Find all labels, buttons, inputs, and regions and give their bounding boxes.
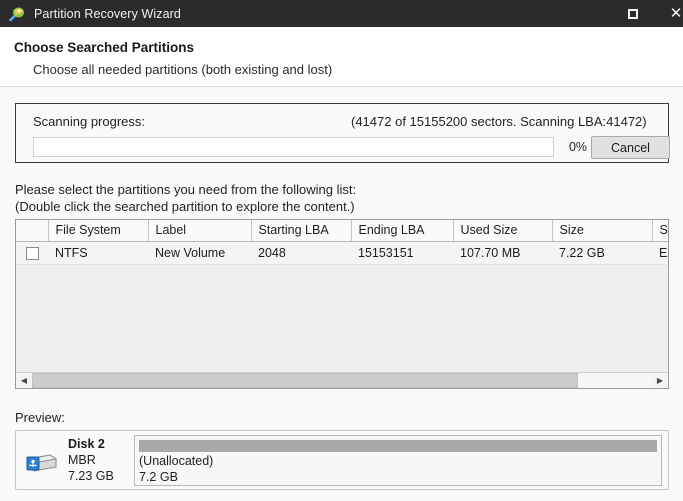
maximize-icon[interactable]: [620, 0, 646, 27]
close-icon[interactable]: ✕: [657, 0, 683, 27]
scrollbar-trough[interactable]: [32, 373, 652, 388]
column-header-status[interactable]: Status: [652, 220, 669, 241]
partition-size: 7.2 GB: [139, 469, 178, 486]
page-title: Choose Searched Partitions: [14, 40, 194, 55]
wizard-body: Scanning progress: (41472 of 15155200 se…: [0, 87, 683, 501]
column-header-file-system[interactable]: File System: [48, 220, 148, 241]
disk-preview-panel: Disk 2 MBR 7.23 GB (Unallocated) 7.2 GB: [15, 430, 669, 490]
usb-disk-icon: [24, 447, 58, 475]
disk-info: Disk 2 MBR 7.23 GB: [68, 436, 133, 484]
scan-progress-percent: 0%: [562, 140, 594, 154]
table-horizontal-scrollbar[interactable]: ◀ ▶: [16, 372, 668, 388]
instruction-line-2: (Double click the searched partition to …: [15, 199, 355, 214]
row-select-checkbox-cell[interactable]: [16, 241, 48, 264]
cell-starting-lba: 2048: [251, 241, 351, 264]
chevron-left-icon[interactable]: ◀: [16, 373, 32, 388]
window-controls: ✕: [620, 0, 683, 27]
page-subtitle: Choose all needed partitions (both exist…: [33, 62, 332, 77]
chevron-right-icon[interactable]: ▶: [652, 373, 668, 388]
window-title: Partition Recovery Wizard: [34, 7, 181, 21]
column-header-label[interactable]: Label: [148, 220, 251, 241]
partition-name: (Unallocated): [139, 453, 213, 470]
table-row[interactable]: NTFS New Volume 2048 15153151 107.70 MB …: [16, 241, 669, 264]
page-header: Choose Searched Partitions Choose all ne…: [0, 27, 683, 86]
scrollbar-thumb[interactable]: [32, 373, 578, 388]
table-empty-area: [16, 265, 669, 372]
table-header-row: File System Label Starting LBA Ending LB…: [16, 220, 669, 241]
partition-usage-bar: [139, 440, 657, 452]
scan-progress-bar: [33, 137, 554, 157]
column-header-used-size[interactable]: Used Size: [453, 220, 552, 241]
window-titlebar: Partition Recovery Wizard ✕: [0, 0, 683, 27]
column-header-size[interactable]: Size: [552, 220, 652, 241]
preview-label: Preview:: [15, 410, 65, 425]
disk-capacity: 7.23 GB: [68, 468, 133, 484]
cell-label: New Volume: [148, 241, 251, 264]
cell-status: Existing: [652, 241, 669, 264]
scanning-progress-panel: Scanning progress: (41472 of 15155200 se…: [15, 103, 669, 163]
wizard-wand-icon: [7, 5, 25, 23]
column-header-ending-lba[interactable]: Ending LBA: [351, 220, 453, 241]
partition-map[interactable]: (Unallocated) 7.2 GB: [134, 435, 662, 486]
cell-used-size: 107.70 MB: [453, 241, 552, 264]
row-select-checkbox[interactable]: [26, 247, 39, 260]
column-header-select[interactable]: [16, 220, 48, 241]
cell-size: 7.22 GB: [552, 241, 652, 264]
scanning-progress-label: Scanning progress:: [33, 114, 145, 129]
cell-file-system: NTFS: [48, 241, 148, 264]
scanning-status-text: (41472 of 15155200 sectors. Scanning LBA…: [351, 114, 647, 129]
partition-table-container: File System Label Starting LBA Ending LB…: [15, 219, 669, 389]
disk-partition-scheme: MBR: [68, 452, 133, 468]
disk-name: Disk 2: [68, 436, 133, 452]
partition-table: File System Label Starting LBA Ending LB…: [16, 220, 669, 265]
instruction-line-1: Please select the partitions you need fr…: [15, 182, 356, 197]
cancel-button[interactable]: Cancel: [591, 136, 670, 159]
cell-ending-lba: 15153151: [351, 241, 453, 264]
column-header-starting-lba[interactable]: Starting LBA: [251, 220, 351, 241]
